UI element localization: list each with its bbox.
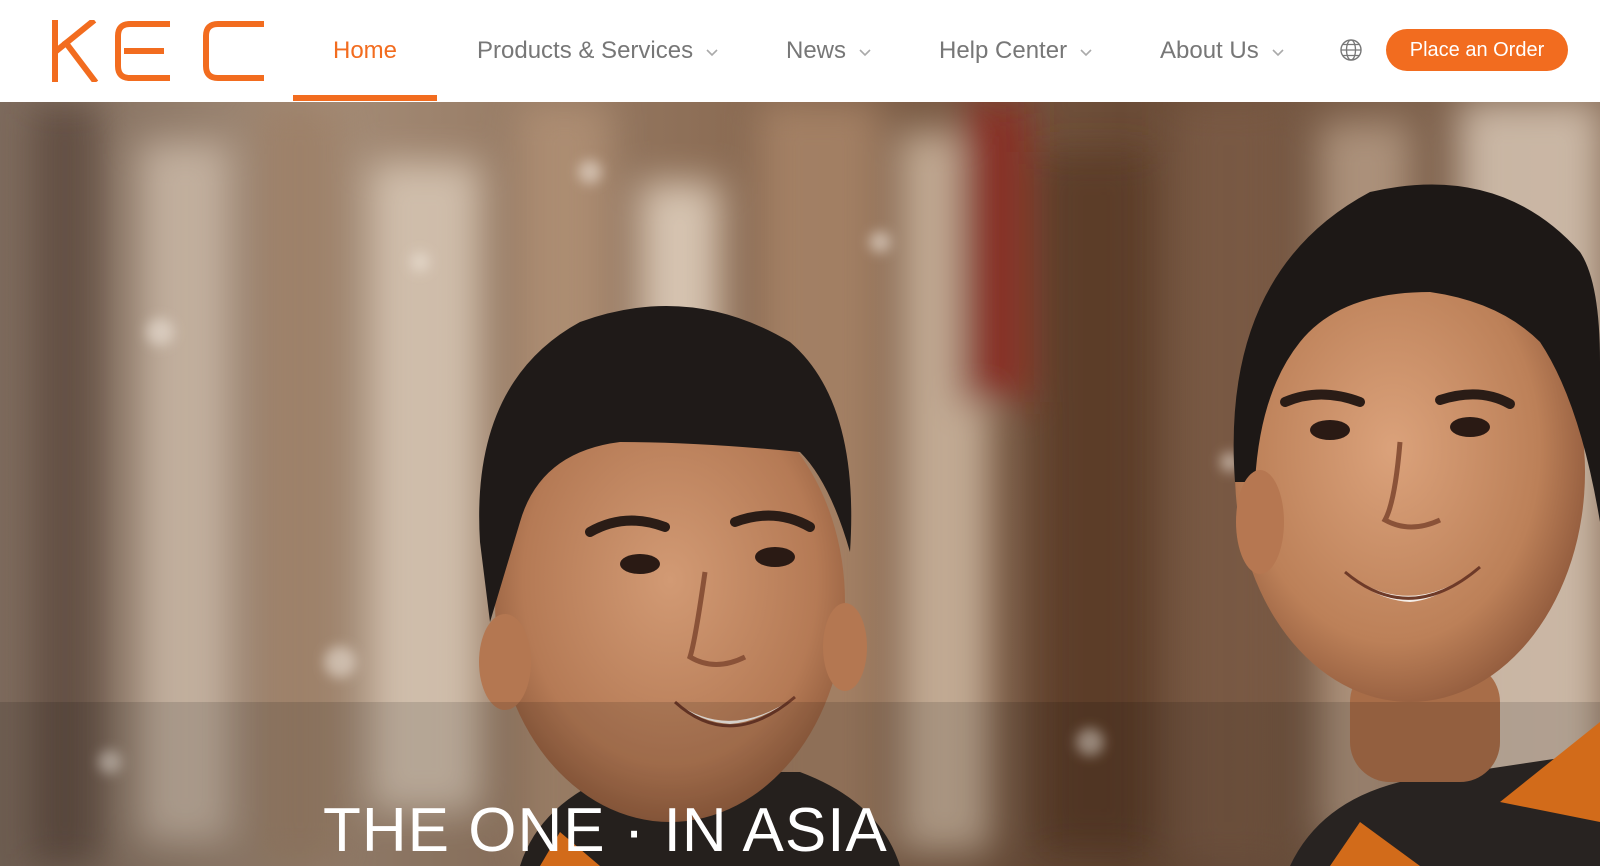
nav-news[interactable]: News <box>786 0 872 102</box>
kec-logo[interactable] <box>52 20 268 82</box>
nav-help-center[interactable]: Help Center <box>939 0 1093 102</box>
chevron-down-icon <box>1080 49 1092 57</box>
hero-title: THE ONE · IN ASIA <box>323 796 888 865</box>
chevron-down-icon <box>706 49 718 57</box>
active-tab-indicator <box>293 95 437 101</box>
chevron-down-icon <box>859 49 871 57</box>
nav-home-label: Home <box>333 37 398 64</box>
globe-icon[interactable] <box>1339 38 1363 62</box>
nav-home[interactable]: Home <box>333 0 397 102</box>
hero-banner: THE ONE · IN ASIA <box>0 102 1600 866</box>
hero-photo <box>0 102 1600 866</box>
nav-products-services-label: Products & Services <box>477 37 694 64</box>
nav-help-center-label: Help Center <box>939 37 1068 64</box>
chevron-down-icon <box>1272 49 1284 57</box>
place-order-button[interactable]: Place an Order <box>1386 29 1568 71</box>
nav-about-us-label: About Us <box>1160 37 1259 64</box>
site-header: Home Products & Services News Help Cente… <box>0 0 1600 102</box>
nav-products-services[interactable]: Products & Services <box>477 0 719 102</box>
nav-about-us[interactable]: About Us <box>1160 0 1285 102</box>
nav-news-label: News <box>786 37 847 64</box>
place-order-label: Place an Order <box>1409 38 1545 61</box>
